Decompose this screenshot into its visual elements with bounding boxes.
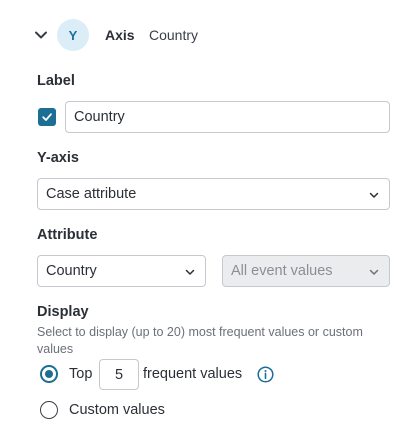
display-heading: Display [37,304,89,320]
custom-values-label: Custom values [69,402,165,418]
radio-custom-values[interactable] [40,401,58,419]
attribute-heading: Attribute [37,227,98,243]
top-prefix-label: Top [69,366,93,382]
chevron-down-icon [369,269,379,275]
yaxis-select[interactable]: Case attribute [37,178,390,210]
chevron-down-icon [369,192,379,198]
yaxis-heading: Y-axis [37,150,79,166]
label-input-value: Country [74,109,125,125]
top-count-input[interactable]: 5 [99,359,139,390]
axis-badge: Y [57,19,89,51]
axis-subtitle: Country [149,27,199,43]
info-icon[interactable] [257,366,274,383]
event-values-select: All event values [222,255,390,287]
chevron-down-icon[interactable] [32,26,50,44]
label-checkbox[interactable] [38,108,56,126]
radio-top-values[interactable] [40,365,58,383]
display-description: Select to display (up to 20) most freque… [37,325,363,356]
label-input[interactable]: Country [65,101,390,133]
chevron-down-icon [185,269,195,275]
top-suffix-label: frequent values [143,366,243,382]
yaxis-select-value: Case attribute [46,186,137,202]
attribute-select[interactable]: Country [37,255,206,287]
label-heading: Label [37,73,75,89]
axis-header: Y Axis Country [0,18,417,52]
attribute-select-value: Country [46,263,97,279]
top-count-value: 5 [114,366,124,383]
check-icon [42,113,52,121]
axis-title: Axis [105,27,135,43]
event-values-select-value: All event values [231,263,333,279]
